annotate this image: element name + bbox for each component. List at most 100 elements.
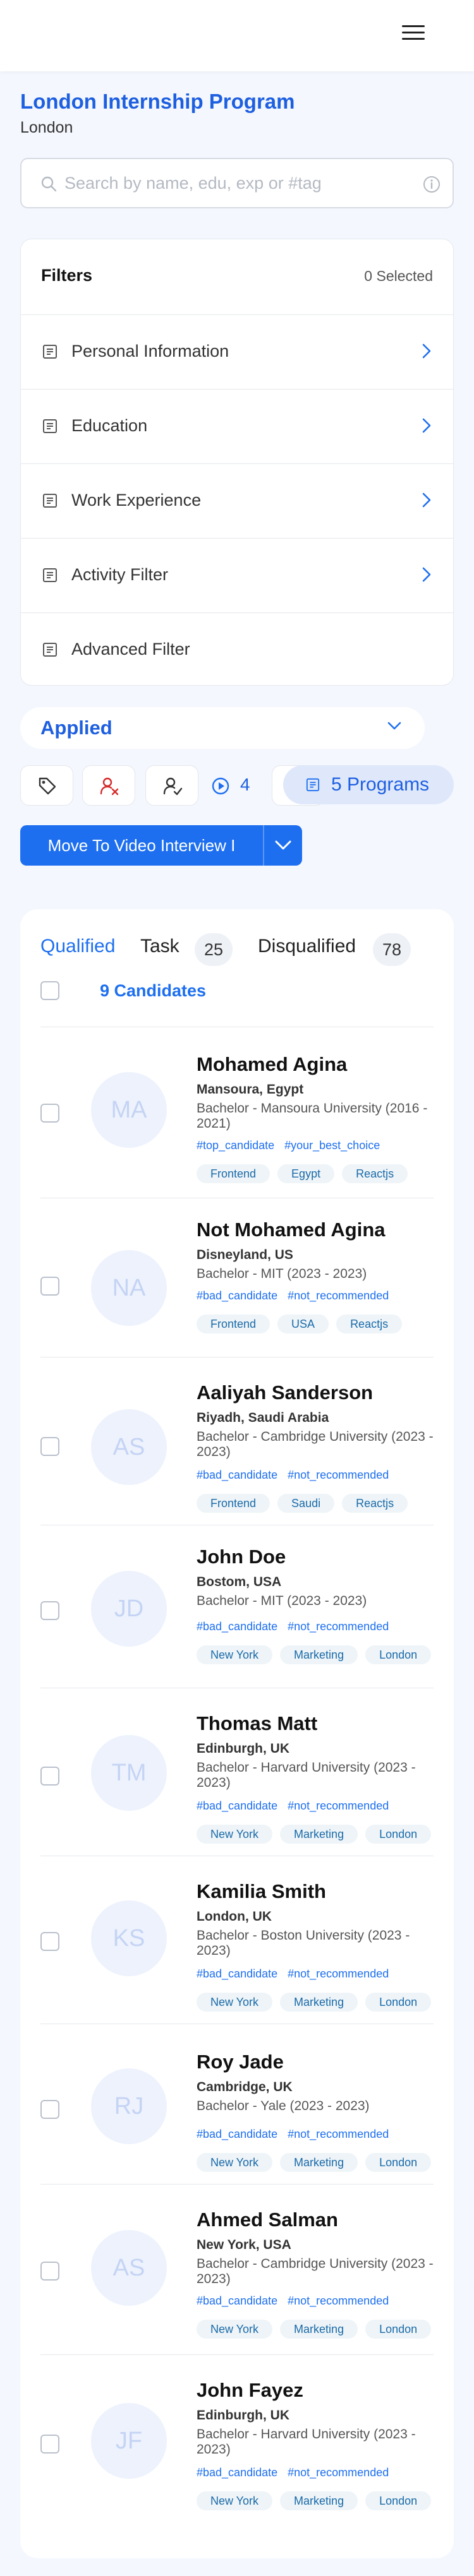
candidate-location: New York, USA bbox=[197, 2238, 291, 2252]
document-icon bbox=[42, 568, 58, 586]
candidate-tags: #bad_candidate #not_recommended bbox=[197, 1289, 399, 1303]
chevron-right-icon bbox=[420, 566, 433, 586]
skill-pill: Reactjs bbox=[336, 1315, 403, 1333]
candidate-tag[interactable]: #not_recommended bbox=[288, 1469, 389, 1481]
filters-header: Filters 0 Selected bbox=[21, 239, 453, 315]
card-divider bbox=[40, 2184, 434, 2185]
candidate-tags: #bad_candidate #not_recommended bbox=[197, 1469, 399, 1482]
tab-task[interactable]: Task bbox=[140, 936, 179, 957]
document-icon bbox=[306, 778, 320, 792]
candidate-tag[interactable]: #not_recommended bbox=[288, 1967, 389, 1980]
candidate-checkbox[interactable] bbox=[40, 2100, 59, 2119]
candidate-location: Edinburgh, UK bbox=[197, 1741, 289, 1756]
candidate-card[interactable]: MA Mohamed Agina Mansoura, Egypt Bachelor -… bbox=[20, 1028, 454, 1198]
tab-disqualified[interactable]: Disqualified bbox=[258, 936, 356, 957]
hamburger-menu-icon[interactable] bbox=[402, 25, 425, 44]
tab-qualified[interactable]: Qualified bbox=[40, 936, 115, 957]
document-icon bbox=[42, 344, 58, 362]
candidate-name[interactable]: Ahmed Salman bbox=[197, 2209, 338, 2231]
candidate-tag[interactable]: #not_recommended bbox=[288, 2128, 389, 2140]
avatar: KS bbox=[91, 1900, 167, 1976]
filter-label: Activity Filter bbox=[71, 565, 169, 584]
candidate-checkbox[interactable] bbox=[40, 1932, 59, 1951]
tag-icon bbox=[39, 777, 56, 795]
skill-pill: London bbox=[365, 1825, 432, 1844]
candidate-tag[interactable]: #not_recommended bbox=[288, 1620, 389, 1633]
disqualify-button[interactable] bbox=[82, 765, 135, 806]
avatar: TM bbox=[91, 1735, 167, 1811]
filters-title: Filters bbox=[41, 266, 93, 285]
candidate-checkbox[interactable] bbox=[40, 1601, 59, 1620]
candidate-tag[interactable]: #bad_candidate bbox=[197, 1620, 277, 1633]
chevron-right-icon bbox=[420, 417, 433, 437]
candidate-tag[interactable]: #bad_candidate bbox=[197, 2466, 277, 2479]
info-icon[interactable] bbox=[423, 176, 441, 196]
candidate-card[interactable]: RJ Roy Jade Cambridge, UK Bachelor - Yale (… bbox=[20, 2025, 454, 2185]
candidate-name[interactable]: Not Mohamed Agina bbox=[197, 1219, 386, 1241]
tag-button[interactable] bbox=[20, 765, 73, 806]
candidate-tag[interactable]: #not_recommended bbox=[288, 1289, 389, 1302]
candidate-tag[interactable]: #bad_candidate bbox=[197, 1469, 277, 1481]
candidate-tags: #bad_candidate #not_recommended bbox=[197, 2466, 399, 2479]
candidate-tag[interactable]: #bad_candidate bbox=[197, 2294, 277, 2307]
candidate-checkbox[interactable] bbox=[40, 1767, 59, 1786]
candidate-tag[interactable]: #bad_candidate bbox=[197, 1289, 277, 1302]
candidate-name[interactable]: Aaliyah Sanderson bbox=[197, 1381, 373, 1404]
program-location: London bbox=[20, 119, 73, 136]
skill-pill: Reactjs bbox=[342, 1164, 408, 1183]
move-dropdown-button[interactable] bbox=[264, 825, 302, 866]
skill-pill: USA bbox=[277, 1315, 329, 1333]
candidate-tag[interactable]: #bad_candidate bbox=[197, 1967, 277, 1980]
candidate-card[interactable]: NA Not Mohamed Agina Disneyland, US Bachelo… bbox=[20, 1200, 454, 1357]
candidate-name[interactable]: Thomas Matt bbox=[197, 1712, 317, 1735]
candidate-name[interactable]: Kamilia Smith bbox=[197, 1880, 326, 1903]
candidate-card[interactable]: JD John Doe Bostom, USA Bachelor - MIT (202… bbox=[20, 1527, 454, 1688]
search-input[interactable] bbox=[64, 169, 406, 197]
candidate-card[interactable]: KS Kamilia Smith London, UK Bachelor - Bost… bbox=[20, 1857, 454, 2024]
candidate-card[interactable]: AS Ahmed Salman New York, USA Bachelor - Ca… bbox=[20, 2186, 454, 2355]
candidate-tag[interactable]: #bad_candidate bbox=[197, 2128, 277, 2140]
candidate-card[interactable]: AS Aaliyah Sanderson Riyadh, Saudi Arabia B… bbox=[20, 1359, 454, 1525]
candidate-checkbox[interactable] bbox=[40, 1104, 59, 1123]
skill-pill: Reactjs bbox=[342, 1494, 408, 1513]
filter-personal-information[interactable]: Personal Information bbox=[21, 315, 453, 390]
candidate-name[interactable]: Mohamed Agina bbox=[197, 1053, 347, 1076]
candidate-tag[interactable]: #top_candidate bbox=[197, 1139, 274, 1152]
candidate-card[interactable]: TM Thomas Matt Edinburgh, UK Bachelor - Har… bbox=[20, 1690, 454, 1856]
candidate-skills: New York Marketing London bbox=[197, 2320, 439, 2339]
candidate-card[interactable]: JF John Fayez Edinburgh, UK Bachelor - Harv… bbox=[20, 2356, 454, 2523]
video-interview-button[interactable]: 4 bbox=[209, 765, 262, 806]
filter-activity[interactable]: Activity Filter bbox=[21, 539, 453, 613]
candidate-checkbox[interactable] bbox=[40, 1277, 59, 1296]
candidate-tag[interactable]: #not_recommended bbox=[288, 1799, 389, 1812]
candidate-checkbox[interactable] bbox=[40, 2262, 59, 2281]
candidate-tags: #bad_candidate #not_recommended bbox=[197, 1967, 399, 1981]
skill-pill: Marketing bbox=[280, 2320, 358, 2339]
filter-advanced[interactable]: Advanced Filter bbox=[21, 613, 453, 688]
candidate-checkbox[interactable] bbox=[40, 2435, 59, 2454]
search-icon bbox=[40, 176, 57, 195]
candidate-checkbox[interactable] bbox=[40, 1437, 59, 1456]
select-all-checkbox[interactable] bbox=[40, 981, 59, 1000]
programs-button[interactable]: 5 Programs bbox=[283, 765, 454, 804]
chevron-right-icon bbox=[420, 343, 433, 362]
filter-education[interactable]: Education bbox=[21, 390, 453, 464]
qualify-button[interactable] bbox=[145, 765, 198, 806]
filter-work-experience[interactable]: Work Experience bbox=[21, 464, 453, 539]
candidate-tags: #bad_candidate #not_recommended bbox=[197, 2128, 399, 2141]
candidate-education: Bachelor - Harvard University (2023 - 20… bbox=[197, 1760, 416, 1790]
candidate-name[interactable]: John Fayez bbox=[197, 2379, 303, 2402]
skill-pill: Marketing bbox=[280, 2153, 358, 2172]
candidate-tag[interactable]: #your_best_choice bbox=[284, 1139, 380, 1152]
candidate-name[interactable]: Roy Jade bbox=[197, 2051, 284, 2073]
candidate-name[interactable]: John Doe bbox=[197, 1546, 286, 1568]
candidate-education: Bachelor - Yale (2023 - 2023) bbox=[197, 2099, 370, 2113]
stage-dropdown[interactable]: Applied bbox=[20, 707, 425, 749]
skill-pill: Marketing bbox=[280, 1993, 358, 2012]
candidate-skills: New York Marketing London bbox=[197, 1645, 439, 1664]
move-button[interactable]: Move To Video Interview I bbox=[20, 825, 263, 866]
card-divider bbox=[40, 2354, 434, 2355]
candidate-tag[interactable]: #not_recommended bbox=[288, 2466, 389, 2479]
candidate-tag[interactable]: #not_recommended bbox=[288, 2294, 389, 2307]
candidate-tag[interactable]: #bad_candidate bbox=[197, 1799, 277, 1812]
